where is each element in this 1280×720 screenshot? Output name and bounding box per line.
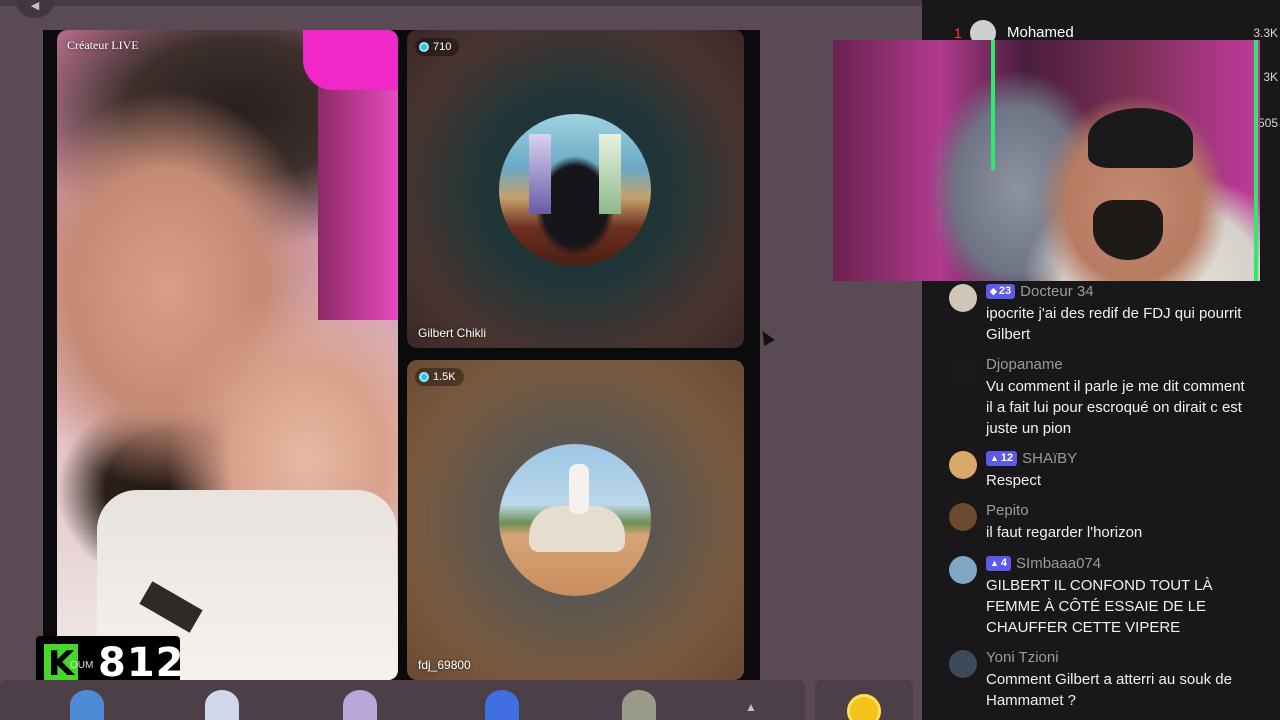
diamond-icon: ◆	[990, 285, 997, 296]
level-number: 23	[998, 285, 1012, 297]
chat-username[interactable]: SHAïBY	[1022, 450, 1077, 467]
rank-number: 1	[954, 25, 962, 41]
viewer-count: 1.5K	[433, 371, 456, 383]
user-avatar	[949, 357, 977, 385]
gift-icon[interactable]	[70, 690, 104, 720]
beard-shape	[1093, 200, 1163, 260]
neon-light	[991, 40, 995, 170]
flag-right	[599, 134, 621, 214]
chat-username[interactable]: Djopaname	[986, 356, 1063, 373]
gifter-score: 505	[1257, 116, 1278, 130]
guest-name: Gilbert Chikli	[418, 326, 487, 340]
gift-icon[interactable]	[485, 690, 519, 720]
user-avatar	[949, 503, 977, 531]
top-bar	[0, 0, 922, 6]
gifter-score: 3.3K	[1253, 26, 1278, 40]
chat-text: Comment Gilbert a atterri au souk de Ham…	[986, 671, 1232, 709]
level-number: 12	[1000, 452, 1014, 464]
chat-text: GILBERT IL CONFOND TOUT LÀ FEMME À CÔTÉ …	[986, 577, 1213, 636]
chat-text: ipocrite j'ai des redif de FDJ qui pourr…	[986, 305, 1242, 343]
back-button[interactable]: ◀	[16, 0, 54, 18]
triangle-icon: ▲	[990, 558, 999, 568]
gifter-name: Mohamed	[1007, 24, 1074, 41]
guest-avatar[interactable]	[499, 444, 651, 596]
gifter-score: 3K	[1263, 70, 1278, 84]
user-avatar	[949, 650, 977, 678]
gift-icon[interactable]	[205, 690, 239, 720]
creator-live-label: Créateur LIVE	[67, 38, 139, 52]
chat-username[interactable]: Yoni Tzioni	[986, 649, 1059, 666]
background-light	[303, 30, 398, 90]
user-avatar	[949, 451, 977, 479]
rider-shape	[569, 464, 589, 514]
guest-tile-top[interactable]: 710 Gilbert Chikli	[407, 30, 744, 348]
counter-sub-label: OUM	[70, 660, 94, 671]
hair-shape	[1088, 108, 1193, 168]
chat-text: Respect	[986, 472, 1042, 489]
triangle-icon: ▲	[990, 453, 999, 463]
viewer-count-badge: 1.5K	[415, 368, 464, 386]
chat-username[interactable]: SImbaaa074	[1016, 555, 1101, 572]
neon-light	[1254, 40, 1258, 281]
level-badge: ▲ 12	[986, 450, 1018, 466]
live-dot-icon	[419, 372, 429, 382]
guest-name: fdj_69800	[418, 658, 471, 672]
main-video-tile[interactable]: Créateur LIVE	[57, 30, 398, 680]
chat-username[interactable]: Pepito	[986, 502, 1029, 519]
user-avatar	[949, 556, 977, 584]
live-video-grid: Créateur LIVE 710 Gilbert Chikli 1.5K fd	[43, 30, 760, 680]
gift-icon[interactable]	[343, 690, 377, 720]
level-badge: ▲ 4	[986, 555, 1012, 571]
chevron-up-icon[interactable]: ▲	[745, 700, 757, 714]
chat-text: Vu comment il parle je me dit comment il…	[986, 378, 1245, 437]
viewer-count: 710	[433, 41, 452, 53]
level-badge: ◆ 23	[986, 283, 1016, 299]
chat-username[interactable]: Docteur 34	[1020, 283, 1093, 300]
viewer-count-badge: 710	[415, 38, 460, 56]
guest-avatar[interactable]	[499, 114, 651, 266]
coin-icon[interactable]	[847, 694, 881, 720]
user-avatar	[949, 284, 977, 312]
guest-tile-bottom[interactable]: 1.5K fdj_69800	[407, 360, 744, 680]
live-dot-icon	[419, 42, 429, 52]
flag-left	[529, 134, 551, 214]
gift-icon[interactable]	[622, 690, 656, 720]
streamer-webcam	[833, 40, 1260, 281]
gift-bar	[0, 680, 805, 720]
level-number: 4	[1000, 557, 1008, 569]
coin-bar	[815, 680, 913, 720]
stream-page: ◀ Créateur LIVE 710 Gilbert Chikli 1.5K	[0, 0, 1280, 720]
chat-text: il faut regarder l'horizon	[986, 524, 1143, 541]
